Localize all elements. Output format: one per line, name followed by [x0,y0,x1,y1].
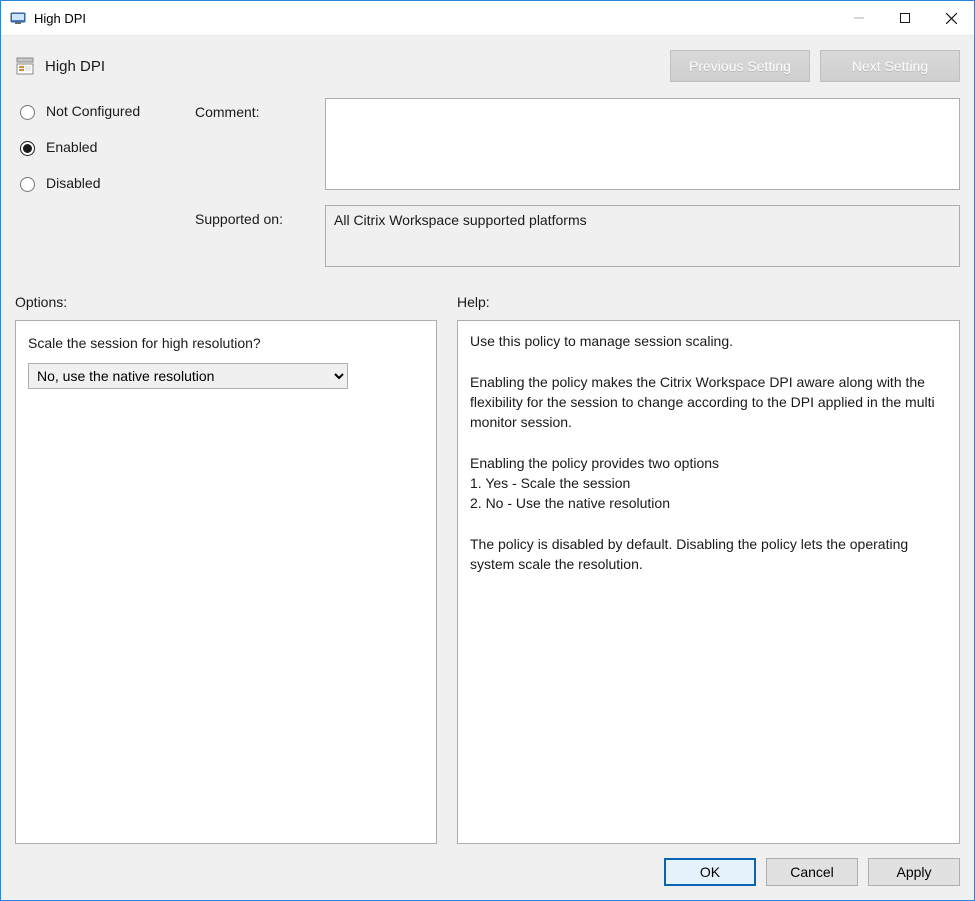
help-panel: Use this policy to manage session scalin… [457,320,960,844]
cancel-button[interactable]: Cancel [766,858,858,886]
radio-not-configured-label: Not Configured [46,103,140,119]
radio-disabled-input[interactable] [20,177,35,192]
radio-enabled[interactable]: Enabled [15,138,185,156]
policy-icon [15,56,35,76]
radio-not-configured-input[interactable] [20,105,35,120]
app-icon [10,10,26,26]
radio-disabled[interactable]: Disabled [15,174,185,192]
window-title: High DPI [34,11,86,26]
scale-select[interactable]: No, use the native resolution [28,363,348,389]
comment-label: Comment: [195,98,315,120]
supported-on-label: Supported on: [195,193,315,227]
titlebar: High DPI [1,1,974,36]
dialog-footer: OK Cancel Apply [1,844,974,900]
form-grid: Not Configured Enabled Disabled Comment:… [1,92,974,270]
body-row: Scale the session for high resolution? N… [1,320,974,844]
help-text[interactable]: Use this policy to manage session scalin… [458,321,959,843]
policy-title: High DPI [45,58,660,75]
comment-textarea[interactable] [325,98,960,190]
header-row: High DPI Previous Setting Next Setting [1,36,974,92]
apply-button[interactable]: Apply [868,858,960,886]
supported-on-value [325,205,960,267]
policy-editor-window: High DPI High DPI Previous [0,0,975,901]
section-labels: Options: Help: [1,284,974,314]
next-setting-button[interactable]: Next Setting [820,50,960,82]
scale-prompt: Scale the session for high resolution? [28,335,424,351]
previous-setting-button[interactable]: Previous Setting [670,50,810,82]
minimize-button[interactable] [836,3,882,33]
state-radio-group: Not Configured Enabled Disabled [15,98,185,192]
close-button[interactable] [928,3,974,33]
options-section-label: Options: [15,294,437,310]
help-section-label: Help: [457,294,960,310]
maximize-button[interactable] [882,3,928,33]
ok-button[interactable]: OK [664,858,756,886]
radio-enabled-label: Enabled [46,139,97,155]
options-panel: Scale the session for high resolution? N… [15,320,437,844]
radio-not-configured[interactable]: Not Configured [15,102,185,120]
content-area: High DPI Previous Setting Next Setting N… [1,36,974,900]
radio-disabled-label: Disabled [46,175,100,191]
radio-enabled-input[interactable] [20,141,35,156]
